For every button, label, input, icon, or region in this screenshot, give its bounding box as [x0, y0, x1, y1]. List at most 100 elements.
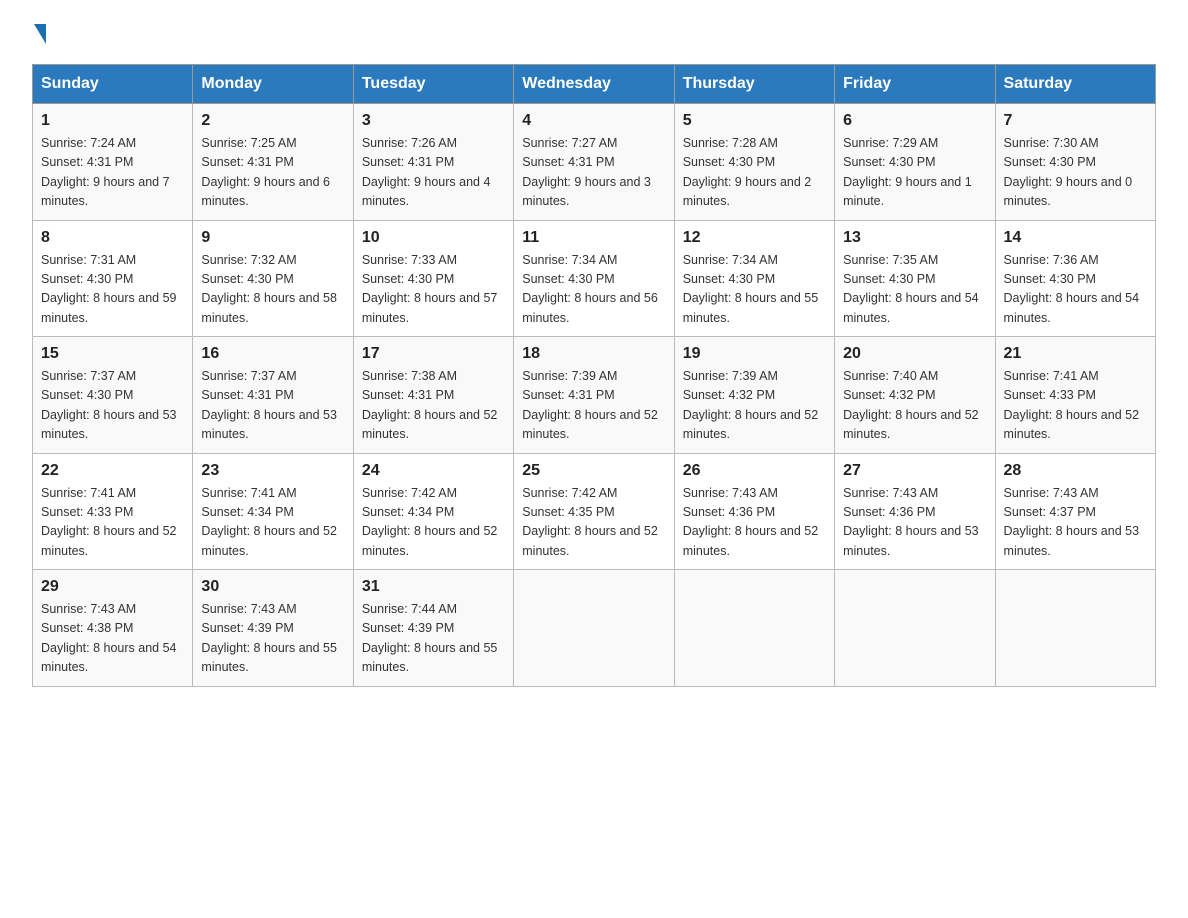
day-number: 7 — [1004, 112, 1147, 130]
calendar-cell: 18 Sunrise: 7:39 AMSunset: 4:31 PMDaylig… — [514, 337, 674, 454]
day-number: 10 — [362, 229, 505, 247]
day-number: 12 — [683, 229, 826, 247]
day-number: 8 — [41, 229, 184, 247]
day-info: Sunrise: 7:31 AMSunset: 4:30 PMDaylight:… — [41, 251, 184, 329]
column-header-sunday: Sunday — [33, 65, 193, 104]
day-number: 11 — [522, 229, 665, 247]
day-number: 20 — [843, 345, 986, 363]
calendar-cell: 4 Sunrise: 7:27 AMSunset: 4:31 PMDayligh… — [514, 104, 674, 221]
logo — [32, 24, 48, 44]
calendar-week-2: 8 Sunrise: 7:31 AMSunset: 4:30 PMDayligh… — [33, 220, 1156, 337]
calendar-cell: 7 Sunrise: 7:30 AMSunset: 4:30 PMDayligh… — [995, 104, 1155, 221]
calendar-cell: 24 Sunrise: 7:42 AMSunset: 4:34 PMDaylig… — [353, 453, 513, 570]
day-info: Sunrise: 7:43 AMSunset: 4:38 PMDaylight:… — [41, 600, 184, 678]
day-number: 23 — [201, 462, 344, 480]
day-info: Sunrise: 7:44 AMSunset: 4:39 PMDaylight:… — [362, 600, 505, 678]
day-number: 6 — [843, 112, 986, 130]
day-info: Sunrise: 7:34 AMSunset: 4:30 PMDaylight:… — [522, 251, 665, 329]
column-header-tuesday: Tuesday — [353, 65, 513, 104]
day-number: 30 — [201, 578, 344, 596]
day-info: Sunrise: 7:24 AMSunset: 4:31 PMDaylight:… — [41, 134, 184, 212]
day-number: 15 — [41, 345, 184, 363]
calendar-cell: 6 Sunrise: 7:29 AMSunset: 4:30 PMDayligh… — [835, 104, 995, 221]
column-header-monday: Monday — [193, 65, 353, 104]
day-info: Sunrise: 7:41 AMSunset: 4:34 PMDaylight:… — [201, 484, 344, 562]
day-number: 26 — [683, 462, 826, 480]
calendar-week-1: 1 Sunrise: 7:24 AMSunset: 4:31 PMDayligh… — [33, 104, 1156, 221]
calendar-cell: 3 Sunrise: 7:26 AMSunset: 4:31 PMDayligh… — [353, 104, 513, 221]
calendar-cell: 28 Sunrise: 7:43 AMSunset: 4:37 PMDaylig… — [995, 453, 1155, 570]
calendar-cell — [514, 570, 674, 687]
day-number: 24 — [362, 462, 505, 480]
day-number: 5 — [683, 112, 826, 130]
calendar-cell: 30 Sunrise: 7:43 AMSunset: 4:39 PMDaylig… — [193, 570, 353, 687]
calendar-cell — [674, 570, 834, 687]
calendar-cell — [835, 570, 995, 687]
day-number: 19 — [683, 345, 826, 363]
calendar-week-4: 22 Sunrise: 7:41 AMSunset: 4:33 PMDaylig… — [33, 453, 1156, 570]
day-info: Sunrise: 7:37 AMSunset: 4:31 PMDaylight:… — [201, 367, 344, 445]
day-info: Sunrise: 7:43 AMSunset: 4:39 PMDaylight:… — [201, 600, 344, 678]
calendar-cell: 29 Sunrise: 7:43 AMSunset: 4:38 PMDaylig… — [33, 570, 193, 687]
logo-arrow-icon — [34, 24, 46, 44]
day-number: 4 — [522, 112, 665, 130]
calendar-header-row: SundayMondayTuesdayWednesdayThursdayFrid… — [33, 65, 1156, 104]
day-info: Sunrise: 7:28 AMSunset: 4:30 PMDaylight:… — [683, 134, 826, 212]
column-header-saturday: Saturday — [995, 65, 1155, 104]
day-number: 21 — [1004, 345, 1147, 363]
day-number: 9 — [201, 229, 344, 247]
calendar-cell: 17 Sunrise: 7:38 AMSunset: 4:31 PMDaylig… — [353, 337, 513, 454]
calendar-cell: 12 Sunrise: 7:34 AMSunset: 4:30 PMDaylig… — [674, 220, 834, 337]
day-number: 1 — [41, 112, 184, 130]
day-number: 18 — [522, 345, 665, 363]
column-header-friday: Friday — [835, 65, 995, 104]
calendar-week-3: 15 Sunrise: 7:37 AMSunset: 4:30 PMDaylig… — [33, 337, 1156, 454]
calendar-cell: 11 Sunrise: 7:34 AMSunset: 4:30 PMDaylig… — [514, 220, 674, 337]
calendar-cell: 19 Sunrise: 7:39 AMSunset: 4:32 PMDaylig… — [674, 337, 834, 454]
day-info: Sunrise: 7:39 AMSunset: 4:32 PMDaylight:… — [683, 367, 826, 445]
day-info: Sunrise: 7:41 AMSunset: 4:33 PMDaylight:… — [41, 484, 184, 562]
day-number: 28 — [1004, 462, 1147, 480]
day-info: Sunrise: 7:29 AMSunset: 4:30 PMDaylight:… — [843, 134, 986, 212]
day-info: Sunrise: 7:41 AMSunset: 4:33 PMDaylight:… — [1004, 367, 1147, 445]
day-number: 13 — [843, 229, 986, 247]
column-header-thursday: Thursday — [674, 65, 834, 104]
day-info: Sunrise: 7:27 AMSunset: 4:31 PMDaylight:… — [522, 134, 665, 212]
calendar-cell: 2 Sunrise: 7:25 AMSunset: 4:31 PMDayligh… — [193, 104, 353, 221]
calendar-cell: 10 Sunrise: 7:33 AMSunset: 4:30 PMDaylig… — [353, 220, 513, 337]
day-info: Sunrise: 7:33 AMSunset: 4:30 PMDaylight:… — [362, 251, 505, 329]
calendar-cell: 16 Sunrise: 7:37 AMSunset: 4:31 PMDaylig… — [193, 337, 353, 454]
calendar-week-5: 29 Sunrise: 7:43 AMSunset: 4:38 PMDaylig… — [33, 570, 1156, 687]
day-info: Sunrise: 7:26 AMSunset: 4:31 PMDaylight:… — [362, 134, 505, 212]
calendar-cell: 31 Sunrise: 7:44 AMSunset: 4:39 PMDaylig… — [353, 570, 513, 687]
calendar-cell: 14 Sunrise: 7:36 AMSunset: 4:30 PMDaylig… — [995, 220, 1155, 337]
calendar-cell: 25 Sunrise: 7:42 AMSunset: 4:35 PMDaylig… — [514, 453, 674, 570]
day-info: Sunrise: 7:43 AMSunset: 4:37 PMDaylight:… — [1004, 484, 1147, 562]
day-number: 29 — [41, 578, 184, 596]
calendar-cell: 13 Sunrise: 7:35 AMSunset: 4:30 PMDaylig… — [835, 220, 995, 337]
calendar-cell: 9 Sunrise: 7:32 AMSunset: 4:30 PMDayligh… — [193, 220, 353, 337]
calendar-cell: 20 Sunrise: 7:40 AMSunset: 4:32 PMDaylig… — [835, 337, 995, 454]
calendar-cell: 26 Sunrise: 7:43 AMSunset: 4:36 PMDaylig… — [674, 453, 834, 570]
day-number: 14 — [1004, 229, 1147, 247]
day-info: Sunrise: 7:34 AMSunset: 4:30 PMDaylight:… — [683, 251, 826, 329]
day-info: Sunrise: 7:42 AMSunset: 4:34 PMDaylight:… — [362, 484, 505, 562]
day-number: 27 — [843, 462, 986, 480]
calendar-cell: 15 Sunrise: 7:37 AMSunset: 4:30 PMDaylig… — [33, 337, 193, 454]
calendar-cell — [995, 570, 1155, 687]
day-info: Sunrise: 7:30 AMSunset: 4:30 PMDaylight:… — [1004, 134, 1147, 212]
column-header-wednesday: Wednesday — [514, 65, 674, 104]
day-info: Sunrise: 7:32 AMSunset: 4:30 PMDaylight:… — [201, 251, 344, 329]
calendar-cell: 1 Sunrise: 7:24 AMSunset: 4:31 PMDayligh… — [33, 104, 193, 221]
day-info: Sunrise: 7:35 AMSunset: 4:30 PMDaylight:… — [843, 251, 986, 329]
calendar-cell: 5 Sunrise: 7:28 AMSunset: 4:30 PMDayligh… — [674, 104, 834, 221]
day-info: Sunrise: 7:25 AMSunset: 4:31 PMDaylight:… — [201, 134, 344, 212]
day-number: 17 — [362, 345, 505, 363]
day-number: 31 — [362, 578, 505, 596]
calendar-cell: 22 Sunrise: 7:41 AMSunset: 4:33 PMDaylig… — [33, 453, 193, 570]
day-info: Sunrise: 7:36 AMSunset: 4:30 PMDaylight:… — [1004, 251, 1147, 329]
day-info: Sunrise: 7:43 AMSunset: 4:36 PMDaylight:… — [843, 484, 986, 562]
calendar-table: SundayMondayTuesdayWednesdayThursdayFrid… — [32, 64, 1156, 687]
day-info: Sunrise: 7:38 AMSunset: 4:31 PMDaylight:… — [362, 367, 505, 445]
calendar-cell: 21 Sunrise: 7:41 AMSunset: 4:33 PMDaylig… — [995, 337, 1155, 454]
